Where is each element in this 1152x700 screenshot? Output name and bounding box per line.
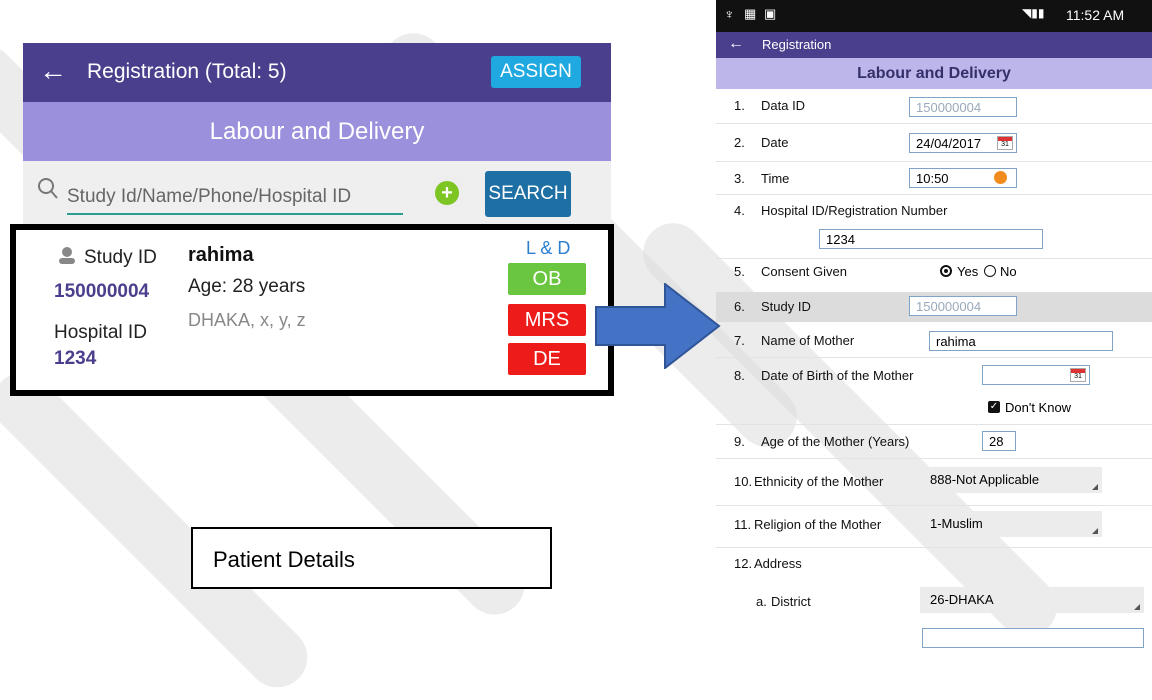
mother-name-field[interactable]: rahima [929,331,1113,351]
row-number: 5. [734,264,745,279]
patient-age: Age: 28 years [188,276,306,297]
row-number: 2. [734,135,745,150]
row-divider [716,194,1152,195]
row-number: 11. [734,517,752,532]
row-divider [716,161,1152,162]
row-divider [716,123,1152,124]
row-divider [716,547,1152,548]
patient-name: rahima [188,244,254,266]
page-title: Registration [762,37,832,52]
row-label: Data ID [761,98,806,113]
row-label: District [771,594,811,609]
patient-address: DHAKA, x, y, z [188,310,306,330]
image-icon: ▣ [764,6,777,21]
clock-icon[interactable] [994,171,1007,184]
row-number: 12. [734,556,753,571]
row-label: Time [761,171,790,186]
row-divider [716,258,1152,259]
radio-yes-label: Yes [957,264,979,279]
section-subheader: Labour and Delivery [23,102,611,161]
dropdown-arrow-icon [1092,528,1098,534]
row-label: Name of Mother [761,333,855,348]
person-icon [59,247,75,264]
row-number: 6. [734,299,745,314]
search-input[interactable]: Study Id/Name/Phone/Hospital ID [67,181,403,215]
left-app-bar: ← Registration (Total: 5) ASSIGN [23,43,611,102]
calendar-icon[interactable]: 31 [997,136,1013,150]
row-label: Address [754,556,802,571]
search-icon [38,178,58,199]
dropdown-value: 888-Not Applicable [930,472,1040,487]
mother-age-field[interactable]: 28 [982,431,1016,451]
row-divider [716,424,1152,425]
row-number: a. [756,594,767,609]
back-arrow-icon[interactable]: ← [728,35,744,53]
row-label: Date of Birth of the Mother [761,368,914,383]
row-divider [716,505,1152,506]
calendar-icon[interactable]: 31 [1070,368,1086,382]
status-bar: ♆ ▦ ▣ ◥▮▮ 11:52 AM [716,0,1152,32]
section-tag: L & D [526,238,571,258]
ob-badge[interactable]: OB [508,263,586,295]
row-label: Date [761,135,789,150]
row-number: 1. [734,98,745,113]
signal-icon: ◥▮▮ [1022,6,1045,20]
row-number: 9. [734,434,745,449]
row-label: Religion of the Mother [754,517,882,532]
page-title: Registration (Total: 5) [87,60,287,83]
hospital-id-value: 1234 [54,348,97,369]
row-number: 3. [734,171,745,186]
study-id-field: 150000004 [909,296,1017,316]
dont-know-label: Don't Know [1005,400,1072,415]
hospital-id-label: Hospital ID [54,322,147,343]
row-label: Hospital ID/Registration Number [761,203,948,218]
row-number: 8. [734,368,745,383]
next-field[interactable] [922,628,1144,648]
right-app-bar: ← Registration [716,32,1152,58]
dont-know-checkbox[interactable]: ✓ [988,401,1000,413]
row-divider [716,458,1152,459]
district-dropdown[interactable]: 26-DHAKA [920,587,1144,613]
search-row: Study Id/Name/Phone/Hospital ID + SEARCH [23,161,611,225]
dropdown-arrow-icon [1092,484,1098,490]
row-label: Ethnicity of the Mother [754,474,884,489]
assign-button[interactable]: ASSIGN [491,56,581,88]
patient-details-caption: Patient Details [191,527,552,589]
radio-no-label: No [1000,264,1017,279]
radio-yes[interactable] [940,265,952,277]
search-button[interactable]: SEARCH [485,171,571,217]
row-label: Age of the Mother (Years) [761,434,910,449]
row-label: Study ID [761,299,811,314]
patient-card[interactable]: Study ID 150000004 Hospital ID 1234 rahi… [10,224,614,396]
data-id-field: 150000004 [909,97,1017,117]
study-id-label: Study ID [84,247,157,268]
dropdown-value: 1-Muslim [930,516,983,531]
religion-dropdown[interactable]: 1-Muslim [920,511,1102,537]
usb-icon: ♆ [724,6,735,22]
study-id-value: 150000004 [54,281,150,302]
back-arrow-icon[interactable]: ← [39,55,67,87]
section-subheader: Labour and Delivery [716,58,1152,89]
hospital-id-field[interactable]: 1234 [819,229,1043,249]
ethnicity-dropdown[interactable]: 888-Not Applicable [920,467,1102,493]
row-divider [716,357,1152,358]
mrs-badge[interactable]: MRS [508,304,586,336]
row-label: Consent Given [761,264,847,279]
radio-no[interactable] [984,265,996,277]
row-number: 7. [734,333,745,348]
dropdown-value: 26-DHAKA [930,592,994,607]
notification-icon: ▦ [744,6,757,21]
clock-time: 11:52 AM [1066,7,1125,23]
add-button[interactable]: + [431,176,463,210]
row-number: 4. [734,203,745,218]
flow-arrow [595,283,721,369]
plus-icon: + [435,181,459,205]
dropdown-arrow-icon [1134,604,1140,610]
de-badge[interactable]: DE [508,343,586,375]
row-number: 10. [734,474,753,489]
